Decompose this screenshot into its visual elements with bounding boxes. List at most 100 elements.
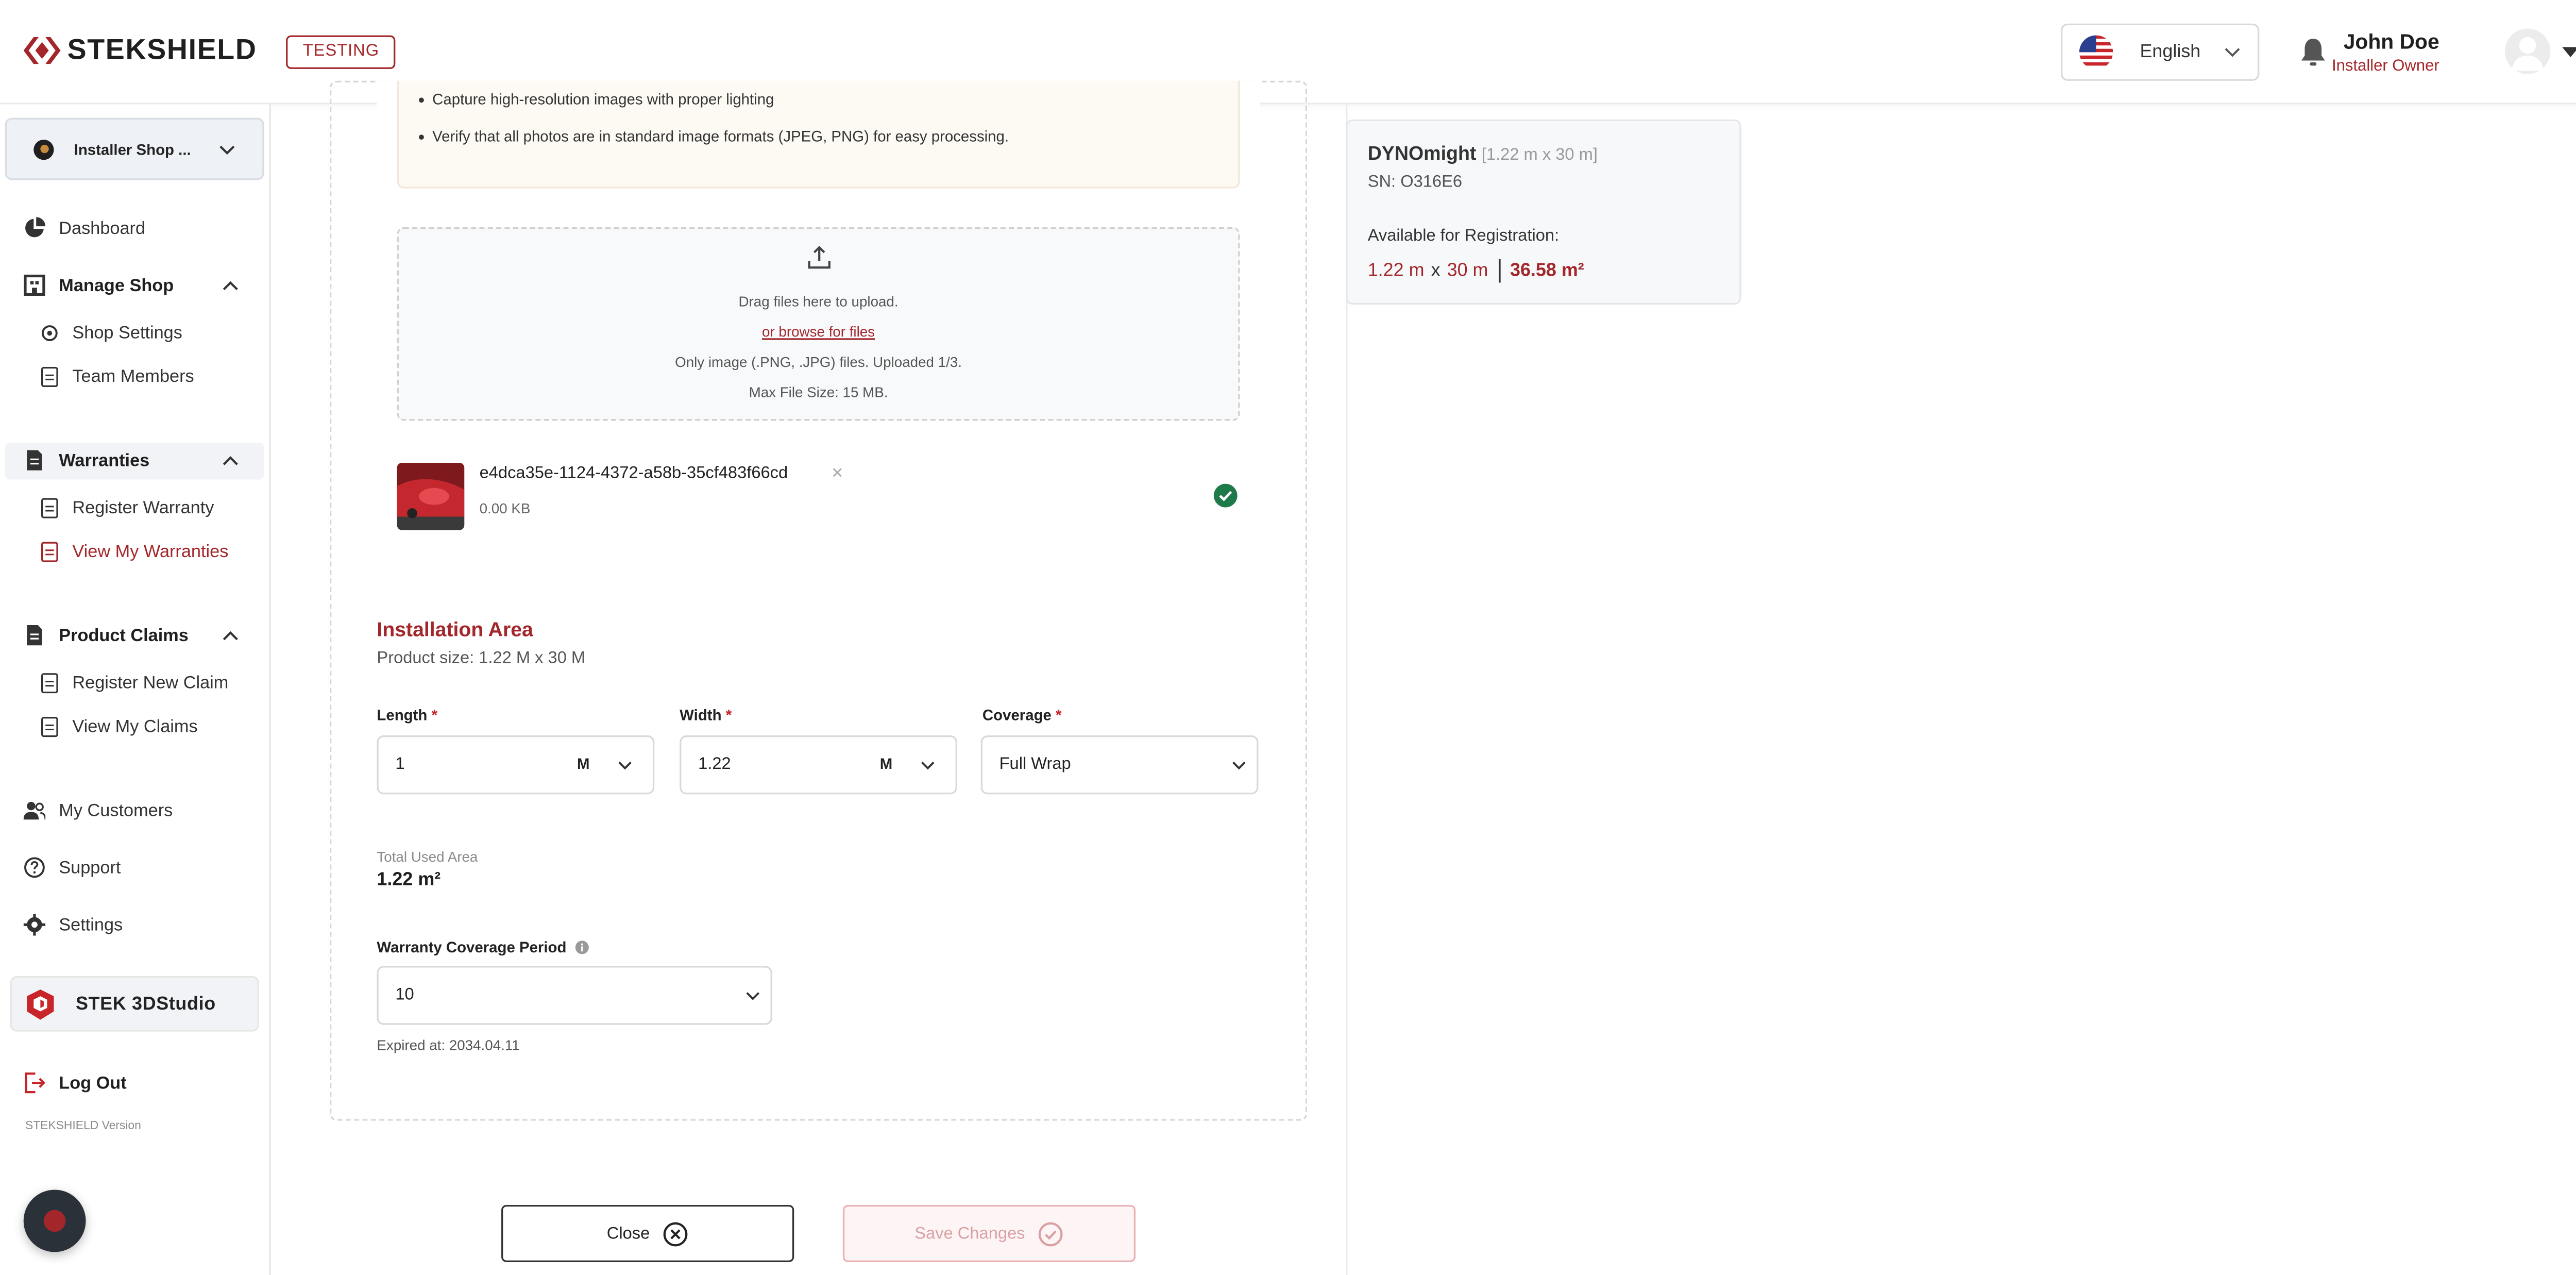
help-circle-icon (24, 857, 45, 878)
product-size-text: Product size: 1.22 M x 30 M (377, 649, 586, 668)
sidebar-group-label: Product Claims (59, 625, 189, 646)
warranty-period-label-text: Warranty Coverage Period (377, 939, 567, 956)
sidebar-item-label: Team Members (72, 366, 194, 388)
info-icon[interactable] (574, 941, 588, 954)
length-value: 1 (395, 756, 405, 775)
length-label-text: Length (377, 707, 428, 724)
chevron-up-icon[interactable] (222, 279, 239, 291)
sidebar-item-label: Settings (59, 914, 123, 935)
document-icon (41, 542, 58, 562)
logout-button[interactable]: Log Out (24, 1072, 127, 1094)
width-label: Width * (680, 707, 732, 724)
sidebar-item-settings[interactable]: Settings (23, 914, 123, 936)
product-dimensions: [1.22 m x 30 m] (1481, 146, 1598, 165)
uploaded-file-row: e4dca35e-1124-4372-a58b-35cf483f66cd ✕ 0… (397, 458, 1240, 535)
document-icon (41, 717, 58, 737)
expiry-date: Expired at: 2034.04.11 (377, 1036, 520, 1054)
tip-item: Capture high-resolution images with prop… (419, 91, 774, 108)
bell-icon[interactable] (2300, 37, 2327, 68)
total-used-area-value: 1.22 m² (377, 870, 441, 891)
file-dropzone[interactable]: Drag files here to upload. or browse for… (397, 227, 1240, 421)
browse-files-link[interactable]: or browse for files (762, 323, 875, 340)
sidebar-item-view-my-claims[interactable]: View My Claims (40, 717, 198, 737)
sidebar-item-my-customers[interactable]: My Customers (23, 799, 173, 821)
upload-icon (808, 245, 831, 269)
coverage-select[interactable]: Full Wrap (980, 735, 1259, 795)
available-width: 30 m (1447, 261, 1488, 281)
product-card: DYNOmight [1.22 m x 30 m] SN: O316E6 Ava… (1346, 119, 1741, 305)
total-used-area-label: Total Used Area (377, 848, 478, 865)
us-flag-icon (2079, 35, 2113, 69)
caret-down-icon[interactable] (2561, 45, 2576, 59)
available-length: 1.22 m (1367, 261, 1425, 281)
save-changes-button[interactable]: Save Changes (842, 1204, 1136, 1262)
required-mark: * (1056, 707, 1062, 724)
sidebar-item-label: Support (59, 857, 121, 878)
chevron-up-icon[interactable] (222, 455, 239, 466)
required-mark: * (431, 707, 438, 724)
avatar-icon[interactable] (2505, 28, 2551, 74)
length-label: Length * (377, 707, 437, 724)
studio-label: STEK 3DStudio (75, 994, 216, 1014)
gear-icon (41, 325, 58, 341)
document-icon (41, 366, 58, 388)
check-circle-icon (1213, 483, 1238, 508)
length-unit-select[interactable]: M (577, 756, 589, 773)
length-input[interactable]: 1 M (377, 735, 655, 795)
sidebar-group-warranties[interactable]: Warranties (24, 449, 150, 471)
chevron-down-icon (618, 761, 632, 770)
logout-icon (25, 1072, 45, 1094)
sidebar-item-view-my-warranties[interactable]: View My Warranties (40, 542, 228, 562)
sidebar-item-team-members[interactable]: Team Members (40, 367, 194, 387)
sidebar-item-label: Dashboard (59, 217, 146, 239)
shop-avatar-icon (33, 139, 54, 159)
dimension-separator: x (1431, 261, 1440, 281)
sidebar-group-label: Warranties (59, 450, 150, 471)
product-name-text: DYNOmight (1367, 144, 1477, 165)
pie-chart-icon (25, 217, 46, 238)
brand-logo[interactable]: STEKSHIELD (23, 33, 257, 67)
sidebar-group-product-claims[interactable]: Product Claims (24, 624, 189, 646)
shop-select[interactable]: Installer Shop ... (5, 118, 264, 180)
width-input[interactable]: 1.22 M (680, 735, 957, 795)
check-circle-icon (1039, 1221, 1063, 1246)
chevron-up-icon[interactable] (222, 629, 239, 641)
sidebar-item-label: Register New Claim (72, 673, 229, 694)
3dstudio-logo-icon (27, 988, 54, 1019)
warranty-period-label: Warranty Coverage Period (377, 939, 588, 956)
stek-3dstudio-link[interactable]: STEK 3DStudio (10, 976, 259, 1032)
sidebar: Installer Shop ... Dashboard Manage Shop… (0, 104, 271, 1275)
close-button[interactable]: Close (501, 1204, 794, 1262)
sidebar-group-manage-shop[interactable]: Manage Shop (24, 274, 174, 296)
close-button-label: Close (606, 1224, 650, 1243)
sidebar-item-register-warranty[interactable]: Register Warranty (40, 498, 214, 518)
app-root: STEKSHIELD TESTING English John Doe Inst… (0, 0, 2576, 1275)
warranty-period-select[interactable]: 10 (377, 966, 772, 1025)
user-name[interactable]: John Doe (2344, 30, 2439, 54)
file-thumbnail[interactable] (397, 462, 465, 530)
building-icon (24, 274, 45, 296)
dropzone-browse-wrap: or browse for files (399, 323, 1238, 340)
file-icon (27, 450, 42, 471)
sidebar-item-shop-settings[interactable]: Shop Settings (40, 323, 182, 343)
app-version: STEKSHIELD Version (25, 1120, 141, 1133)
coverage-label-text: Coverage (982, 707, 1052, 724)
env-badge: TESTING (286, 35, 396, 69)
sidebar-item-register-new-claim[interactable]: Register New Claim (40, 673, 228, 693)
file-icon (27, 625, 42, 646)
sidebar-item-label: View My Claims (72, 717, 198, 737)
language-label: English (2140, 42, 2201, 62)
availability-values: 1.22 m x 30 m 36.58 m² (1368, 259, 1584, 283)
chat-widget-button[interactable] (23, 1189, 86, 1252)
required-mark: * (725, 707, 732, 724)
width-unit-select[interactable]: M (880, 756, 892, 773)
remove-file-icon[interactable]: ✕ (831, 464, 844, 483)
sidebar-item-support[interactable]: Support (24, 857, 121, 878)
save-button-label: Save Changes (914, 1224, 1025, 1243)
chevron-down-icon (921, 761, 935, 770)
product-name: DYNOmight [1.22 m x 30 m] (1368, 145, 1598, 165)
sidebar-item-dashboard[interactable]: Dashboard (24, 217, 145, 239)
users-icon (23, 801, 46, 820)
language-select[interactable]: English (2060, 23, 2260, 81)
dropzone-instruction: Drag files here to upload. (738, 293, 899, 310)
